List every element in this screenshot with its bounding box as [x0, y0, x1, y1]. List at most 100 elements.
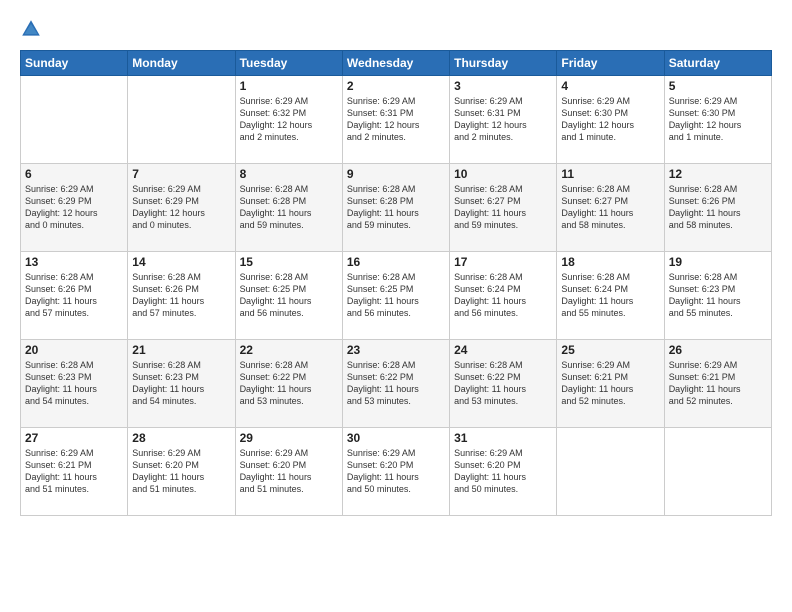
day-info: Sunrise: 6:28 AM Sunset: 6:23 PM Dayligh…	[669, 271, 767, 320]
day-info: Sunrise: 6:29 AM Sunset: 6:21 PM Dayligh…	[561, 359, 659, 408]
calendar-cell: 6Sunrise: 6:29 AM Sunset: 6:29 PM Daylig…	[21, 164, 128, 252]
day-number: 22	[240, 343, 338, 357]
day-info: Sunrise: 6:28 AM Sunset: 6:22 PM Dayligh…	[347, 359, 445, 408]
logo-icon	[20, 18, 42, 40]
calendar-cell: 3 Sunrise: 6:29 AM Sunset: 6:31 PM Daylig…	[450, 76, 557, 164]
day-info: Sunrise: 6:29 AM Sunset: 6:31 PM Dayligh…	[347, 95, 445, 144]
day-info: Sunrise: 6:29 AM Sunset: 6:30 PM Dayligh…	[669, 95, 767, 144]
calendar-cell: 30 Sunrise: 6:29 AM Sunset: 6:20 PM Dayli…	[342, 428, 449, 516]
calendar-week-5: 27 Sunrise: 6:29 AM Sunset: 6:21 PM Dayli…	[21, 428, 772, 516]
calendar-cell	[128, 76, 235, 164]
day-number: 3	[454, 79, 552, 93]
calendar-cell: 15 Sunrise: 6:28 AM Sunset: 6:25 PM Dayli…	[235, 252, 342, 340]
calendar-cell: 1 Sunrise: 6:29 AM Sunset: 6:32 PM Daylig…	[235, 76, 342, 164]
day-info: Sunrise: 6:29 AM Sunset: 6:20 PM Dayligh…	[347, 447, 445, 496]
calendar-cell: 11Sunrise: 6:28 AM Sunset: 6:27 PM Dayli…	[557, 164, 664, 252]
day-info: Sunrise: 6:28 AM Sunset: 6:26 PM Dayligh…	[669, 183, 767, 232]
calendar-week-4: 20 Sunrise: 6:28 AM Sunset: 6:23 PM Dayli…	[21, 340, 772, 428]
calendar-week-1: 1 Sunrise: 6:29 AM Sunset: 6:32 PM Daylig…	[21, 76, 772, 164]
day-number: 30	[347, 431, 445, 445]
day-info: Sunrise: 6:29 AM Sunset: 6:20 PM Dayligh…	[240, 447, 338, 496]
day-info: Sunrise: 6:29 AM Sunset: 6:21 PM Dayligh…	[25, 447, 123, 496]
calendar-cell: 13 Sunrise: 6:28 AM Sunset: 6:26 PM Dayli…	[21, 252, 128, 340]
calendar-weekday-monday: Monday	[128, 51, 235, 76]
day-number: 5	[669, 79, 767, 93]
day-number: 28	[132, 431, 230, 445]
day-number: 21	[132, 343, 230, 357]
calendar-weekday-tuesday: Tuesday	[235, 51, 342, 76]
day-number: 23	[347, 343, 445, 357]
calendar-table: SundayMondayTuesdayWednesdayThursdayFrid…	[20, 50, 772, 516]
calendar-cell: 8 Sunrise: 6:28 AM Sunset: 6:28 PM Daylig…	[235, 164, 342, 252]
logo	[20, 18, 46, 40]
day-number: 6	[25, 167, 123, 181]
calendar-cell: 21 Sunrise: 6:28 AM Sunset: 6:23 PM Dayli…	[128, 340, 235, 428]
day-number: 29	[240, 431, 338, 445]
day-info: Sunrise: 6:29 AM Sunset: 6:21 PM Dayligh…	[669, 359, 767, 408]
calendar-cell: 7Sunrise: 6:29 AM Sunset: 6:29 PM Daylig…	[128, 164, 235, 252]
calendar-cell: 27 Sunrise: 6:29 AM Sunset: 6:21 PM Dayli…	[21, 428, 128, 516]
calendar-cell: 10 Sunrise: 6:28 AM Sunset: 6:27 PM Dayli…	[450, 164, 557, 252]
day-number: 1	[240, 79, 338, 93]
day-info: Sunrise: 6:28 AM Sunset: 6:26 PM Dayligh…	[25, 271, 123, 320]
day-info: Sunrise: 6:29 AM Sunset: 6:29 PM Dayligh…	[132, 183, 230, 232]
day-number: 26	[669, 343, 767, 357]
day-info: Sunrise: 6:28 AM Sunset: 6:28 PM Dayligh…	[240, 183, 338, 232]
day-info: Sunrise: 6:29 AM Sunset: 6:30 PM Dayligh…	[561, 95, 659, 144]
day-info: Sunrise: 6:28 AM Sunset: 6:25 PM Dayligh…	[347, 271, 445, 320]
day-info: Sunrise: 6:28 AM Sunset: 6:23 PM Dayligh…	[132, 359, 230, 408]
day-info: Sunrise: 6:29 AM Sunset: 6:31 PM Dayligh…	[454, 95, 552, 144]
day-number: 11	[561, 167, 659, 181]
calendar-cell: 2 Sunrise: 6:29 AM Sunset: 6:31 PM Daylig…	[342, 76, 449, 164]
day-number: 27	[25, 431, 123, 445]
calendar-header-row: SundayMondayTuesdayWednesdayThursdayFrid…	[21, 51, 772, 76]
calendar-cell: 9 Sunrise: 6:28 AM Sunset: 6:28 PM Daylig…	[342, 164, 449, 252]
calendar-week-2: 6 Sunrise: 6:29 AM Sunset: 6:29 PM Daylig…	[21, 164, 772, 252]
calendar-cell	[664, 428, 771, 516]
calendar-weekday-friday: Friday	[557, 51, 664, 76]
day-info: Sunrise: 6:28 AM Sunset: 6:22 PM Dayligh…	[240, 359, 338, 408]
day-info: Sunrise: 6:28 AM Sunset: 6:22 PM Dayligh…	[454, 359, 552, 408]
day-number: 10	[454, 167, 552, 181]
day-number: 24	[454, 343, 552, 357]
day-number: 16	[347, 255, 445, 269]
day-info: Sunrise: 6:28 AM Sunset: 6:28 PM Dayligh…	[347, 183, 445, 232]
day-number: 15	[240, 255, 338, 269]
calendar-cell: 24 Sunrise: 6:28 AM Sunset: 6:22 PM Dayli…	[450, 340, 557, 428]
calendar-cell: 26 Sunrise: 6:29 AM Sunset: 6:21 PM Dayli…	[664, 340, 771, 428]
calendar-cell: 22 Sunrise: 6:28 AM Sunset: 6:22 PM Dayli…	[235, 340, 342, 428]
day-info: Sunrise: 6:29 AM Sunset: 6:32 PM Dayligh…	[240, 95, 338, 144]
calendar-cell: 29 Sunrise: 6:29 AM Sunset: 6:20 PM Dayli…	[235, 428, 342, 516]
calendar-weekday-thursday: Thursday	[450, 51, 557, 76]
header	[20, 18, 772, 40]
calendar-cell: 28 Sunrise: 6:29 AM Sunset: 6:20 PM Dayli…	[128, 428, 235, 516]
day-number: 8	[240, 167, 338, 181]
calendar-cell: 5 Sunrise: 6:29 AM Sunset: 6:30 PM Daylig…	[664, 76, 771, 164]
calendar-cell: 31Sunrise: 6:29 AM Sunset: 6:20 PM Dayli…	[450, 428, 557, 516]
day-info: Sunrise: 6:29 AM Sunset: 6:20 PM Dayligh…	[454, 447, 552, 496]
calendar-cell: 19 Sunrise: 6:28 AM Sunset: 6:23 PM Dayli…	[664, 252, 771, 340]
day-info: Sunrise: 6:28 AM Sunset: 6:26 PM Dayligh…	[132, 271, 230, 320]
day-number: 13	[25, 255, 123, 269]
day-number: 18	[561, 255, 659, 269]
day-number: 2	[347, 79, 445, 93]
day-number: 12	[669, 167, 767, 181]
day-info: Sunrise: 6:28 AM Sunset: 6:24 PM Dayligh…	[454, 271, 552, 320]
calendar-cell: 25 Sunrise: 6:29 AM Sunset: 6:21 PM Dayli…	[557, 340, 664, 428]
day-info: Sunrise: 6:28 AM Sunset: 6:24 PM Dayligh…	[561, 271, 659, 320]
day-number: 9	[347, 167, 445, 181]
calendar-weekday-saturday: Saturday	[664, 51, 771, 76]
day-number: 19	[669, 255, 767, 269]
day-info: Sunrise: 6:29 AM Sunset: 6:20 PM Dayligh…	[132, 447, 230, 496]
day-info: Sunrise: 6:28 AM Sunset: 6:25 PM Dayligh…	[240, 271, 338, 320]
calendar-week-3: 13 Sunrise: 6:28 AM Sunset: 6:26 PM Dayli…	[21, 252, 772, 340]
day-number: 20	[25, 343, 123, 357]
day-info: Sunrise: 6:28 AM Sunset: 6:23 PM Dayligh…	[25, 359, 123, 408]
day-number: 25	[561, 343, 659, 357]
day-info: Sunrise: 6:28 AM Sunset: 6:27 PM Dayligh…	[454, 183, 552, 232]
calendar-cell	[557, 428, 664, 516]
calendar-cell: 4Sunrise: 6:29 AM Sunset: 6:30 PM Daylig…	[557, 76, 664, 164]
page: SundayMondayTuesdayWednesdayThursdayFrid…	[0, 0, 792, 612]
calendar-cell: 23 Sunrise: 6:28 AM Sunset: 6:22 PM Dayli…	[342, 340, 449, 428]
calendar-cell: 18 Sunrise: 6:28 AM Sunset: 6:24 PM Dayli…	[557, 252, 664, 340]
